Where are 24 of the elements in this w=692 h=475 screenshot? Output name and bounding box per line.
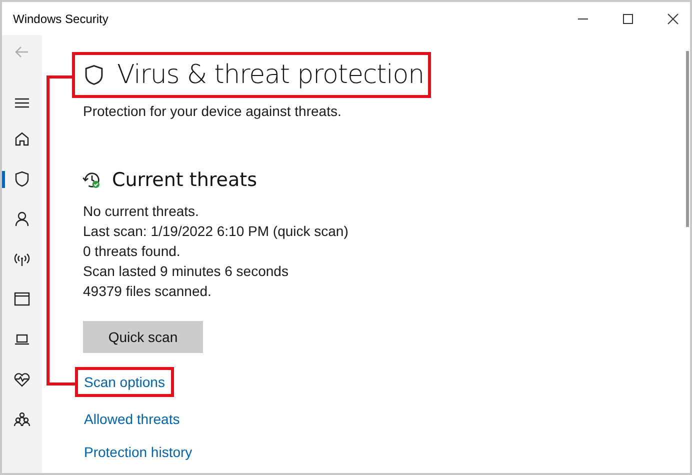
- quick-scan-button[interactable]: Quick scan: [83, 321, 203, 353]
- people-icon[interactable]: [13, 410, 31, 428]
- status-text: 49379 files scanned.: [83, 282, 212, 301]
- scrollbar-thumb[interactable]: [686, 51, 689, 227]
- status-text: Last scan: 1/19/2022 6:10 PM (quick scan): [83, 222, 348, 241]
- status-text: No current threats.: [83, 202, 200, 221]
- person-icon[interactable]: [13, 210, 31, 228]
- shield-icon: [83, 64, 105, 86]
- page-subtitle: Protection for your device against threats.: [83, 103, 342, 119]
- section-title: Current threats: [112, 169, 257, 191]
- status-text: 0 threats found.: [83, 242, 182, 261]
- status-text: Scan lasted 9 minutes 6 seconds: [83, 262, 290, 281]
- scan-history-icon: [82, 170, 102, 190]
- home-icon[interactable]: [13, 130, 31, 148]
- shield-icon[interactable]: [13, 170, 31, 188]
- link[interactable]: Scan options: [75, 367, 174, 397]
- close-icon[interactable]: [667, 12, 679, 24]
- window-title: Windows Security: [12, 12, 108, 26]
- link[interactable]: Allowed threats: [75, 408, 189, 430]
- page-title: Virus & threat protection: [117, 60, 424, 90]
- window-icon[interactable]: [13, 290, 31, 308]
- maximize-icon[interactable]: [622, 12, 634, 24]
- link[interactable]: Protection history: [75, 441, 202, 463]
- heart-pulse-icon[interactable]: [13, 370, 31, 388]
